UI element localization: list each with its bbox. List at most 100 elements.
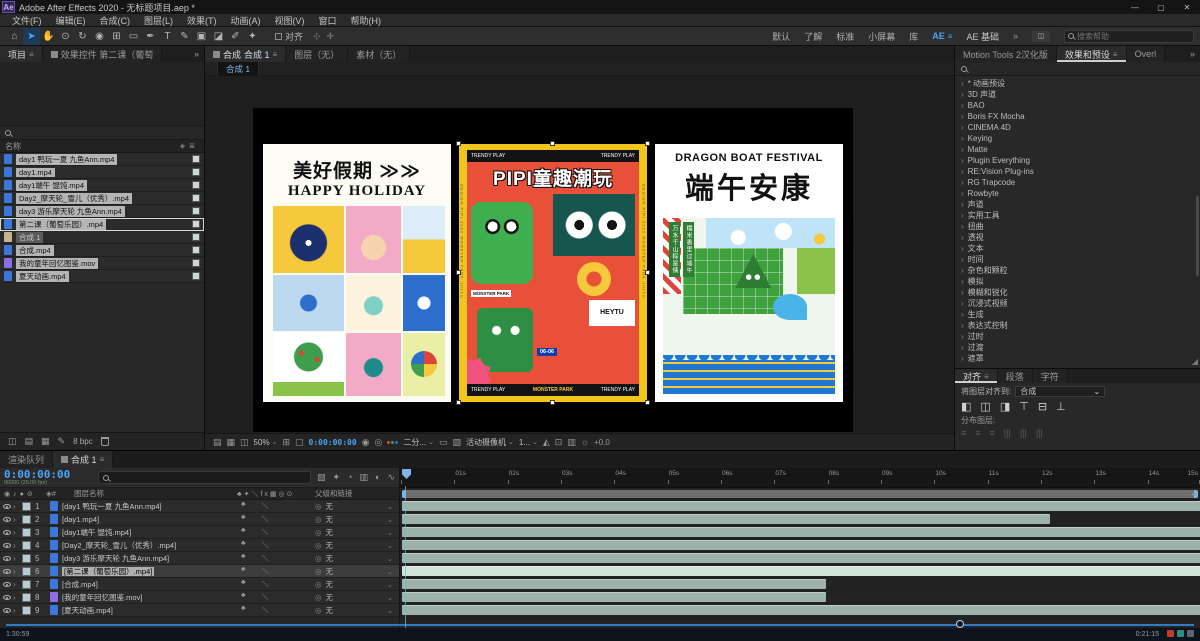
effect-category[interactable]: ›RG Trapcode xyxy=(955,177,1200,188)
layer-expander[interactable]: › xyxy=(13,567,22,576)
layer-duration-bar[interactable] xyxy=(402,527,1200,537)
selection-handle[interactable] xyxy=(550,141,555,146)
workspace-tab[interactable]: 了解 xyxy=(804,30,822,43)
label-color-swatch[interactable] xyxy=(192,155,200,163)
layer-name[interactable]: [day1 鸭玩一夏 九鱼Ann.mp4] xyxy=(62,501,237,512)
parent-link-dropdown[interactable]: ◎无⌄ xyxy=(315,592,399,603)
menu-item[interactable]: 效果(T) xyxy=(181,14,223,27)
pickwhip-icon[interactable]: ◎ xyxy=(315,593,322,602)
expander-icon[interactable]: › xyxy=(961,145,964,154)
collapse-switch-icon[interactable]: ♣ xyxy=(241,501,246,511)
workspace-tab[interactable]: 标准 xyxy=(836,30,854,43)
frame-blending-icon[interactable]: ▥ xyxy=(360,472,369,483)
effect-category[interactable]: ›沉浸式视频 xyxy=(955,298,1200,309)
tab-effect-controls[interactable]: 效果控件 第二课（葡萄 xyxy=(43,46,163,62)
effect-category[interactable]: ›透视 xyxy=(955,232,1200,243)
layer-visibility-toggle[interactable] xyxy=(0,556,13,561)
expander-icon[interactable]: › xyxy=(961,354,964,363)
layer-duration-bar[interactable] xyxy=(402,553,1200,563)
quality-switch-icon[interactable]: ＼ xyxy=(262,579,269,589)
reset-exposure-icon[interactable]: ☼ xyxy=(581,437,589,447)
project-item[interactable]: 第二课（葡萄乐园）.mp4 xyxy=(0,218,204,231)
expander-icon[interactable]: › xyxy=(961,343,964,352)
quality-switch-icon[interactable]: ＼ xyxy=(262,553,269,563)
quality-switch-icon[interactable]: ＼ xyxy=(262,605,269,615)
view-layout-dropdown[interactable]: 1...⌄ xyxy=(519,438,538,447)
layer-name[interactable]: [合成.mp4] xyxy=(62,579,237,590)
selection-handle[interactable] xyxy=(645,400,650,405)
layer-visibility-toggle[interactable] xyxy=(0,543,13,548)
resize-grip-icon[interactable]: ◢ xyxy=(1192,357,1198,366)
new-folder-icon[interactable]: ▤ xyxy=(25,436,34,447)
magnification-icon[interactable]: ◫ xyxy=(240,437,249,448)
pickwhip-icon[interactable]: ◎ xyxy=(315,567,322,576)
tab-effects-presets[interactable]: 效果和预设≡ xyxy=(1057,46,1127,62)
label-color-swatch[interactable] xyxy=(192,246,200,254)
layer-label-swatch[interactable] xyxy=(22,580,35,589)
timeline-layer-row[interactable]: › 8 [我的童年回忆图鉴.mov] ♣＼ ◎无⌄ xyxy=(0,591,399,604)
track-camera-tool[interactable]: ◉ xyxy=(91,28,108,45)
help-search-box[interactable] xyxy=(1064,30,1194,43)
quality-switch-icon[interactable]: ＼ xyxy=(262,527,269,537)
layer-name[interactable]: [第二课（葡萄乐园）.mp4] xyxy=(62,566,237,577)
align-right-button[interactable]: ◨ xyxy=(1000,400,1010,413)
pixel-aspect-icon[interactable]: ◭ xyxy=(543,437,550,448)
pickwhip-icon[interactable]: ◎ xyxy=(315,554,322,563)
parent-link-dropdown[interactable]: ◎无⌄ xyxy=(315,527,399,538)
layer-switches[interactable]: ♣＼ xyxy=(237,579,315,589)
effect-category[interactable]: ›文本 xyxy=(955,243,1200,254)
layer-duration-bar[interactable] xyxy=(402,566,1200,576)
workspace-menu-icon[interactable]: ≡ xyxy=(948,32,953,41)
always-preview-icon[interactable]: ▤ xyxy=(213,437,222,448)
quality-switch-icon[interactable]: ＼ xyxy=(262,514,269,524)
project-item[interactable]: day1端午 馄饨.mp4 xyxy=(0,179,204,192)
layer-switches[interactable]: ♣＼ xyxy=(237,566,315,576)
workspace-tab[interactable]: 库 xyxy=(909,30,918,43)
align-h-center-button[interactable]: ◫ xyxy=(980,400,990,413)
tab-project[interactable]: 项目≡ xyxy=(0,46,43,62)
panel-menu-icon[interactable]: ≡ xyxy=(29,50,34,59)
maximize-button[interactable]: ▢ xyxy=(1148,3,1174,12)
menu-item[interactable]: 窗口 xyxy=(313,14,343,27)
expander-icon[interactable]: › xyxy=(961,244,964,253)
tab-paragraph[interactable]: 段落 xyxy=(998,369,1033,383)
tab-render-queue[interactable]: 渲染队列 xyxy=(0,451,53,468)
timeline-layer-row[interactable]: › 4 [Day2_摩天轮_雪儿（优秀）.mp4] ♣＼ ◎无⌄ xyxy=(0,539,399,552)
layer-name[interactable]: [我的童年回忆图鉴.mov] xyxy=(62,592,237,603)
menu-item[interactable]: 合成(C) xyxy=(94,14,137,27)
timeline-layer-row[interactable]: › 9 [夏天动画.mp4] ♣＼ ◎无⌄ xyxy=(0,604,399,617)
poster-pipi-selected-layer[interactable]: TRENDY PLAY TRENDY PLAY PIPI童趣潮玩 HEYTU M… xyxy=(459,144,647,402)
layer-switches[interactable]: ♣＼ xyxy=(237,553,315,563)
layer-switches[interactable]: ♣＼ xyxy=(237,592,315,602)
rectangle-tool[interactable]: ▭ xyxy=(125,28,142,45)
timeline-track-area[interactable]: 0s 01s 02s 03s 04s 05s 06s 07s 08s 09s 1… xyxy=(400,468,1200,628)
collapse-switch-icon[interactable]: ♣ xyxy=(241,592,246,602)
align-to-dropdown[interactable]: 合成⌄ xyxy=(1015,386,1105,397)
parent-link-dropdown[interactable]: ◎无⌄ xyxy=(315,501,399,512)
layer-duration-bar[interactable] xyxy=(402,501,1200,511)
effect-category[interactable]: ›CINEMA 4D xyxy=(955,122,1200,133)
distribute-right-button[interactable]: ||| xyxy=(1036,428,1043,438)
layer-label-swatch[interactable] xyxy=(22,515,35,524)
viewer-timecode[interactable]: 0:00:00:00 xyxy=(309,438,357,447)
project-item[interactable]: day3 游乐摩天轮 九鱼Ann.mp4 xyxy=(0,205,204,218)
effect-category[interactable]: ›过时 xyxy=(955,331,1200,342)
motion-blur-icon[interactable]: ◐ xyxy=(375,472,380,483)
layer-duration-bar[interactable] xyxy=(402,540,1200,550)
primary-viewer-icon[interactable]: ▦ xyxy=(227,437,236,448)
menu-item[interactable]: 编辑(E) xyxy=(50,14,92,27)
menu-item[interactable]: 动画(A) xyxy=(225,14,267,27)
layer-expander[interactable]: › xyxy=(13,541,22,550)
distribute-top-button[interactable]: ≡ xyxy=(961,428,966,438)
distribute-bottom-button[interactable]: ≡ xyxy=(990,428,995,438)
timeline-layer-row[interactable]: › 1 [day1 鸭玩一夏 九鱼Ann.mp4] ♣＼ ◎无⌄ xyxy=(0,500,399,513)
timeline-layer-row[interactable]: › 7 [合成.mp4] ♣＼ ◎无⌄ xyxy=(0,578,399,591)
expander-icon[interactable]: › xyxy=(961,167,964,176)
parent-link-dropdown[interactable]: ◎无⌄ xyxy=(315,553,399,564)
effect-category[interactable]: ›遮罩 xyxy=(955,353,1200,364)
layer-expander[interactable]: › xyxy=(13,606,22,615)
timeline-button-icon[interactable]: ▥ xyxy=(567,437,576,448)
project-list-header[interactable]: 名称 ◈≣ xyxy=(0,140,204,153)
effect-category[interactable]: ›生成 xyxy=(955,309,1200,320)
brush-tool[interactable]: ✎ xyxy=(176,28,193,45)
